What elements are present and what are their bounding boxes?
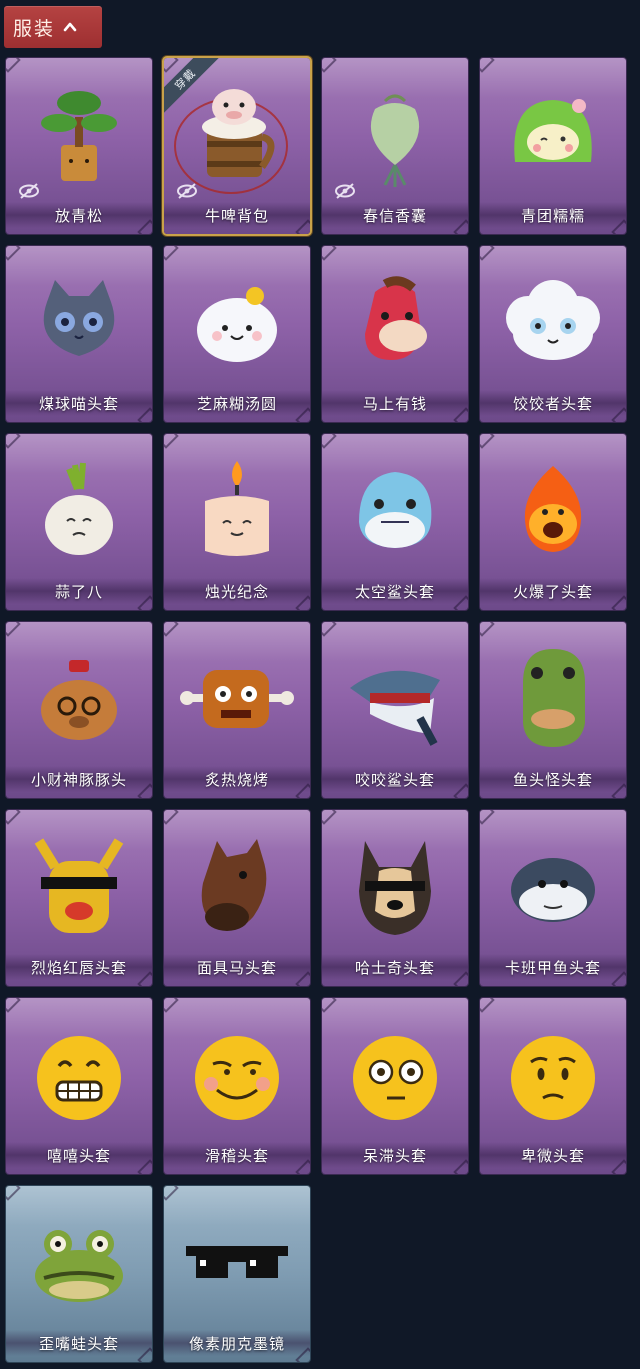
biting-shark-head-icon (335, 638, 455, 758)
humble-emoji-head-icon (493, 1014, 613, 1134)
costume-name: 哈士奇头套 (322, 954, 468, 980)
green-sachet-icon (335, 74, 455, 194)
costume-name: 青团糯糯 (480, 202, 626, 228)
costume-name: 卡班甲鱼头套 (480, 954, 626, 980)
costume-card[interactable]: 烈焰红唇头套 (6, 810, 152, 986)
costume-name: 饺饺者头套 (480, 390, 626, 416)
costume-name: 卑微头套 (480, 1142, 626, 1168)
costume-name: 火爆了头套 (480, 578, 626, 604)
costume-name: 马上有钱 (322, 390, 468, 416)
costume-name: 滑稽头套 (164, 1142, 310, 1168)
costume-name: 呆滞头套 (322, 1142, 468, 1168)
costume-card[interactable]: 卡班甲鱼头套 (480, 810, 626, 986)
grey-cat-head-icon (19, 262, 139, 382)
dumpling-cloud-head-icon (493, 262, 613, 382)
section-title: 服装 (13, 17, 56, 40)
costume-card[interactable]: 火爆了头套 (480, 434, 626, 610)
green-rice-ball-icon (493, 74, 613, 194)
costume-name: 煤球喵头套 (6, 390, 152, 416)
eye-slash-icon[interactable] (334, 182, 356, 200)
costume-name: 像素朋克墨镜 (164, 1330, 310, 1356)
costume-card[interactable]: 像素朋克墨镜 (164, 1186, 310, 1362)
costume-name: 嘻嘻头套 (6, 1142, 152, 1168)
white-dumpling-icon (177, 262, 297, 382)
costume-card[interactable]: 咬咬鲨头套 (322, 622, 468, 798)
funny-emoji-head-icon (177, 1014, 297, 1134)
costume-card[interactable]: 穿戴 牛啤背包 (164, 58, 310, 234)
costume-name: 太空鲨头套 (322, 578, 468, 604)
costume-card[interactable]: 太空鲨头套 (322, 434, 468, 610)
costume-name: 面具马头套 (164, 954, 310, 980)
costume-card[interactable]: 嘻嘻头套 (6, 998, 152, 1174)
blue-shark-head-icon (335, 450, 455, 570)
costume-name: 芝麻糊汤圆 (164, 390, 310, 416)
costume-card[interactable]: 煤球喵头套 (6, 246, 152, 422)
costume-card[interactable]: 歪嘴蛙头套 (6, 1186, 152, 1362)
capybara-head-icon (19, 638, 139, 758)
costume-card[interactable]: 卑微头套 (480, 998, 626, 1174)
costume-card[interactable]: 马上有钱 (322, 246, 468, 422)
costume-card[interactable]: 青团糯糯 (480, 58, 626, 234)
pine-bonsai-icon (19, 74, 139, 194)
chevron-up-icon (63, 20, 77, 34)
eye-slash-icon[interactable] (18, 182, 40, 200)
costume-name: 小财神豚豚头 (6, 766, 152, 792)
cow-beer-mug-icon (177, 74, 297, 194)
costume-card[interactable]: 烛光纪念 (164, 434, 310, 610)
costume-name: 春信香囊 (322, 202, 468, 228)
costume-card[interactable]: 面具马头套 (164, 810, 310, 986)
grin-emoji-head-icon (19, 1014, 139, 1134)
horse-mask-head-icon (177, 826, 297, 946)
costume-card[interactable]: 放青松 (6, 58, 152, 234)
costume-name: 歪嘴蛙头套 (6, 1330, 152, 1356)
costume-name: 烈焰红唇头套 (6, 954, 152, 980)
costume-name: 鱼头怪头套 (480, 766, 626, 792)
pixel-sunglasses-icon (177, 1202, 297, 1322)
costume-name: 蒜了八 (6, 578, 152, 604)
costume-name: 炙热烧烤 (164, 766, 310, 792)
costume-card[interactable]: 饺饺者头套 (480, 246, 626, 422)
fire-head-icon (493, 450, 613, 570)
costume-card[interactable]: 蒜了八 (6, 434, 152, 610)
costume-card[interactable]: 滑稽头套 (164, 998, 310, 1174)
eye-slash-icon[interactable] (176, 182, 198, 200)
costume-name: 咬咬鲨头套 (322, 766, 468, 792)
dazed-emoji-head-icon (335, 1014, 455, 1134)
costume-card[interactable]: 哈士奇头套 (322, 810, 468, 986)
costume-name: 烛光纪念 (164, 578, 310, 604)
costume-name: 放青松 (6, 202, 152, 228)
costume-name: 牛啤背包 (164, 202, 310, 228)
candle-head-icon (177, 450, 297, 570)
costume-card[interactable]: 芝麻糊汤圆 (164, 246, 310, 422)
red-horse-head-icon (335, 262, 455, 382)
costume-card[interactable]: 炙热烧烤 (164, 622, 310, 798)
garlic-head-icon (19, 450, 139, 570)
costume-card[interactable]: 呆滞头套 (322, 998, 468, 1174)
costume-card[interactable]: 鱼头怪头套 (480, 622, 626, 798)
frog-head-icon (19, 1202, 139, 1322)
costume-card[interactable]: 小财神豚豚头 (6, 622, 152, 798)
puffer-fish-head-icon (493, 826, 613, 946)
bbq-meat-head-icon (177, 638, 297, 758)
fish-monster-head-icon (493, 638, 613, 758)
costume-section-toggle[interactable]: 服装 (4, 6, 102, 48)
costume-card[interactable]: 春信香囊 (322, 58, 468, 234)
husky-head-icon (335, 826, 455, 946)
yellow-lips-head-icon (19, 826, 139, 946)
